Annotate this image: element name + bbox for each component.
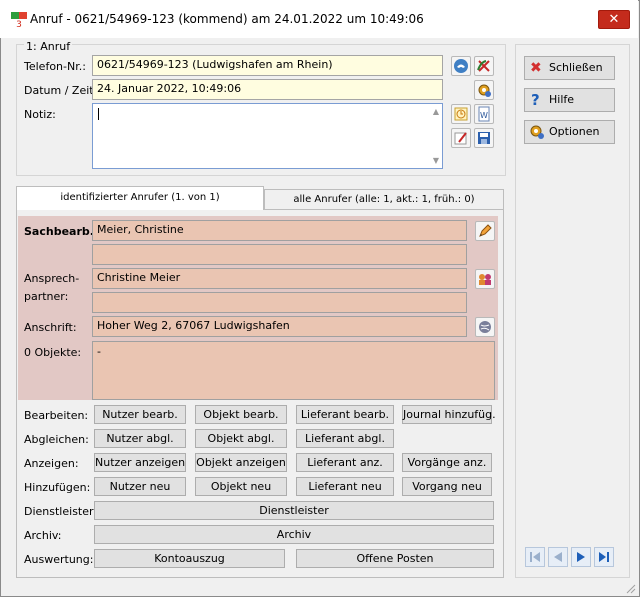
phone-label: Telefon-Nr.: xyxy=(24,60,86,73)
notepad-icon xyxy=(454,132,467,145)
globe-icon xyxy=(479,321,491,333)
objects-field[interactable]: - xyxy=(92,341,495,400)
hangup-button[interactable] xyxy=(474,56,494,76)
action-button[interactable]: Nutzer abgl. xyxy=(94,429,186,448)
help-button[interactable]: ? Hilfe xyxy=(524,88,615,112)
note-scroll-down-icon[interactable]: ▼ xyxy=(433,156,439,165)
options-button[interactable]: Optionen xyxy=(524,120,615,144)
contacts-button[interactable] xyxy=(475,269,495,289)
help-question-icon: ? xyxy=(531,91,540,109)
action-button[interactable]: Lieferant abgl. xyxy=(296,429,394,448)
action-button[interactable]: Vorgänge anz. xyxy=(402,453,492,472)
action-button[interactable]: Nutzer anzeigen xyxy=(94,453,186,472)
action-button[interactable]: Nutzer bearb. xyxy=(94,405,186,424)
address-field[interactable]: Hoher Weg 2, 67067 Ludwigshafen xyxy=(92,316,467,337)
objects-label: 0 Objekte: xyxy=(24,346,82,359)
note-stamp-button[interactable] xyxy=(451,104,471,124)
tab-identified-caller[interactable]: identifizierter Anrufer (1. von 1) xyxy=(16,186,264,210)
action-row-label: Hinzufügen: xyxy=(24,481,91,494)
tab-all-callers[interactable]: alle Anrufer (alle: 1, akt.: 1, früh.: 0… xyxy=(264,189,504,210)
edit-clerk-button[interactable] xyxy=(475,221,495,241)
action-button[interactable]: Lieferant bearb. xyxy=(296,405,394,424)
clerk-field[interactable]: Meier, Christine xyxy=(92,220,467,241)
floppy-disk-icon xyxy=(478,132,490,144)
call-group-label: 1: Anruf xyxy=(24,40,73,53)
close-button[interactable]: ✖ Schließen xyxy=(524,56,615,80)
action-button[interactable]: Objekt anzeigen xyxy=(195,453,287,472)
last-record-button[interactable] xyxy=(594,547,614,567)
resize-grip-icon[interactable] xyxy=(624,582,636,594)
window-close-button[interactable]: ✕ xyxy=(598,10,630,29)
action-row-label: Auswertung: xyxy=(24,553,94,566)
phone-call-button[interactable] xyxy=(451,56,471,76)
clock-note-icon xyxy=(454,107,468,121)
clerk-label: Sachbearb.: xyxy=(24,225,99,238)
options-button-label: Optionen xyxy=(549,125,600,138)
svg-text:3: 3 xyxy=(16,20,22,28)
contact-field-2[interactable] xyxy=(92,292,467,313)
action-button[interactable]: Objekt bearb. xyxy=(195,405,287,424)
note-label: Notiz: xyxy=(24,108,56,121)
telephone-icon xyxy=(454,59,468,73)
pencil-icon xyxy=(479,224,492,237)
action-row-label: Dienstleister: xyxy=(24,505,98,518)
action-button[interactable]: Lieferant anz. xyxy=(296,453,394,472)
datetime-label: Datum / Zeit: xyxy=(24,84,98,97)
note-scroll-up-icon[interactable]: ▲ xyxy=(433,107,439,116)
app-icon: 3 xyxy=(10,10,28,30)
note-word-button[interactable]: W xyxy=(474,104,494,124)
next-record-button[interactable] xyxy=(571,547,591,567)
map-button[interactable] xyxy=(475,317,495,337)
gear-icon xyxy=(478,84,491,97)
contact-field[interactable]: Christine Meier xyxy=(92,268,467,289)
action-row-label: Bearbeiten: xyxy=(24,409,89,422)
close-x-icon: ✖ xyxy=(530,60,542,76)
datetime-field[interactable]: 24. Januar 2022, 10:49:06 xyxy=(92,79,443,100)
svg-text:W: W xyxy=(480,111,488,120)
people-icon xyxy=(479,274,491,285)
clerk-field-2[interactable] xyxy=(92,244,467,265)
note-edit-button[interactable] xyxy=(451,128,471,148)
phone-field[interactable]: 0621/54969-123 (Ludwigshafen am Rhein) xyxy=(92,55,443,76)
action-button[interactable]: Archiv xyxy=(94,525,494,544)
phone-hangup-icon xyxy=(477,60,490,72)
action-button[interactable]: Journal hinzufüg. xyxy=(402,405,496,424)
contact-label: Ansprech-partner: xyxy=(24,272,80,303)
action-button[interactable]: Nutzer neu xyxy=(94,477,186,496)
options-gear-icon xyxy=(529,124,545,148)
document-icon: W xyxy=(478,106,490,122)
next-arrow-icon xyxy=(577,552,585,562)
note-textarea[interactable]: ▲ ▼ xyxy=(92,103,443,169)
action-button[interactable]: Objekt neu xyxy=(195,477,287,496)
close-button-label: Schließen xyxy=(549,61,603,74)
previous-arrow-icon xyxy=(554,552,562,562)
note-save-button[interactable] xyxy=(474,128,494,148)
help-button-label: Hilfe xyxy=(549,93,575,106)
window-title: Anruf - 0621/54969-123 (kommend) am 24.0… xyxy=(30,12,424,26)
previous-record-button[interactable] xyxy=(548,547,568,567)
action-button[interactable]: Lieferant neu xyxy=(296,477,394,496)
last-arrow-icon xyxy=(599,552,609,562)
first-record-button[interactable] xyxy=(525,547,545,567)
action-button[interactable]: Vorgang neu xyxy=(402,477,492,496)
address-label: Anschrift: xyxy=(24,321,77,334)
action-button[interactable]: Offene Posten xyxy=(296,549,494,568)
action-button[interactable]: Kontoauszug xyxy=(94,549,285,568)
first-arrow-icon xyxy=(530,552,540,562)
action-row-label: Archiv: xyxy=(24,529,62,542)
action-button[interactable]: Dienstleister xyxy=(94,501,494,520)
action-row-label: Abgleichen: xyxy=(24,433,89,446)
text-cursor xyxy=(98,108,99,120)
action-button[interactable]: Objekt abgl. xyxy=(195,429,287,448)
action-row-label: Anzeigen: xyxy=(24,457,79,470)
settings-button[interactable] xyxy=(474,80,494,100)
